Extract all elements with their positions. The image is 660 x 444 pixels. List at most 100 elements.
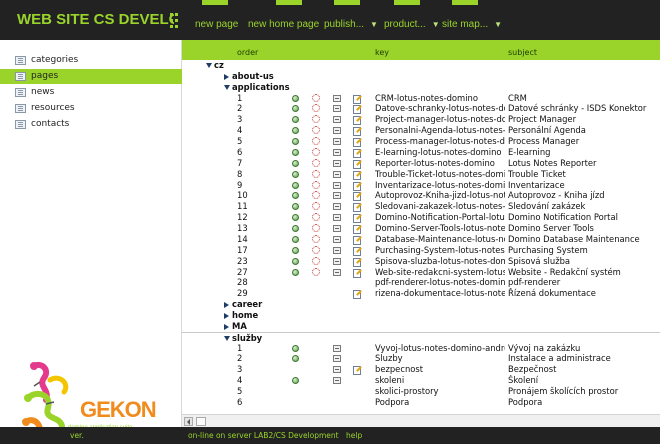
expand-closed-icon[interactable] (224, 313, 229, 319)
table-row[interactable]: 23 Spisova-sluzba-lotus-notes-dominoSpiso… (182, 256, 660, 267)
sidebar-item[interactable]: news (0, 85, 182, 100)
table-row[interactable]: 7 Reporter-lotus-notes-domino Lotus Notes … (182, 158, 660, 169)
cell-key: bezpecnost (375, 364, 424, 375)
cell-key: Project-manager-lotus-notes-domino (375, 114, 505, 125)
column-order[interactable]: order (237, 46, 258, 60)
table-row[interactable]: 1 Vyvoj-lotus-notes-domino-android Vývoj n… (182, 343, 660, 354)
sidebar-item[interactable]: contacts (0, 117, 182, 132)
edit-icon[interactable] (353, 170, 362, 180)
folder-row[interactable]: MA (182, 321, 660, 332)
edit-icon[interactable] (353, 159, 362, 169)
document-icon (333, 127, 341, 135)
cell-order: 11 (237, 201, 248, 212)
published-icon (292, 246, 299, 254)
scroll-left-icon[interactable] (184, 417, 193, 426)
edit-icon[interactable] (353, 235, 362, 245)
expand-closed-icon[interactable] (224, 323, 229, 330)
table-row[interactable]: 29 rizena-dokumentace-lotus-notes-dominoŘ… (182, 288, 660, 300)
horizontal-scrollbar[interactable] (182, 414, 660, 427)
cell-subject: Vývoj na zakázku (508, 342, 581, 353)
document-icon (333, 235, 341, 243)
edit-icon[interactable] (353, 257, 362, 267)
table-row[interactable]: 6 Podpora Podpora (182, 397, 660, 408)
document-icon (333, 148, 341, 156)
scrollbar-thumb[interactable] (196, 417, 206, 426)
table-row[interactable]: 10 Autoprovoz-Kniha-jizd-lotus-notes-domi… (182, 190, 660, 202)
expand-closed-icon[interactable] (224, 73, 229, 80)
cell-subject: Spisová služba (508, 255, 571, 266)
sidebar-item[interactable]: pages (0, 69, 182, 84)
table-row[interactable]: 4 skoleni Školení (182, 375, 660, 386)
folder-row[interactable]: about-us (182, 71, 660, 82)
folder-row[interactable]: služby (182, 331, 660, 343)
table-row[interactable]: 12 Domino-Notification-Portal-lotus-notes… (182, 212, 660, 224)
table-row[interactable]: 27 Web-site-redakcni-system-lotus-notesWe… (182, 267, 660, 278)
cell-subject: CRM (508, 92, 527, 103)
cell-key: E-learning-lotus-notes-domino (375, 146, 502, 157)
edit-icon[interactable] (353, 148, 362, 158)
table-row[interactable]: 3 bezpecnost Bezpečnost (182, 364, 660, 376)
table-row[interactable]: 5 skolici-prostory Pronájem školících pros… (182, 386, 660, 397)
expand-open-icon[interactable] (206, 63, 212, 68)
help-link[interactable]: help (346, 427, 362, 444)
edit-icon[interactable] (353, 126, 362, 137)
web-icon (312, 180, 320, 189)
expand-open-icon[interactable] (224, 84, 230, 90)
column-key[interactable]: key (375, 46, 389, 60)
edit-icon[interactable] (353, 94, 362, 104)
folder-row[interactable]: applications (182, 82, 660, 93)
table-row[interactable]: 9 Inventarizace-lotus-notes-domino Inventa… (182, 180, 660, 191)
edit-icon[interactable] (353, 104, 362, 115)
table-row[interactable]: 13 Domino-Server-Tools-lotus-notes-domino… (182, 223, 660, 235)
edit-icon[interactable] (353, 202, 362, 213)
cell-subject: Personální Agenda (508, 125, 586, 136)
nav-item[interactable]: new home page (248, 18, 319, 31)
edit-icon[interactable] (353, 268, 362, 278)
table-row[interactable]: 1 CRM-lotus-notes-domino CRM (182, 93, 660, 104)
edit-icon[interactable] (353, 224, 362, 235)
nav-item[interactable]: publish... ▼ (324, 18, 378, 31)
folder-row[interactable]: career (182, 299, 660, 310)
web-icon (312, 126, 320, 135)
table-row[interactable]: 2 Datove-schranky-lotus-notes-dominoDatov… (182, 103, 660, 115)
table-row[interactable]: 6 E-learning-lotus-notes-domino E-learning (182, 147, 660, 158)
column-subject[interactable]: subject (508, 46, 537, 60)
table-row[interactable]: 28 pdf-renderer-lotus-notes-domino pdf-ren… (182, 277, 660, 288)
expand-closed-icon[interactable] (224, 302, 229, 309)
top-bar: WEB SITE CS DEVELO new page new home page… (0, 0, 660, 40)
server-status: on-line on server LAB2/CS Development (188, 431, 339, 440)
table-row[interactable]: 5 Process-manager-lotus-notes-dominoProce… (182, 136, 660, 148)
table-row[interactable]: 11 Sledovani-zakazek-lotus-notes-dominoSl… (182, 201, 660, 213)
table-row[interactable]: 17 Purchasing-System-lotus-notes-dominoPu… (182, 245, 660, 256)
cell-subject: E-learning (508, 146, 551, 157)
folder-row[interactable]: home (182, 310, 660, 321)
table-row[interactable]: 4 Personalni-Agenda-lotus-notes-dominoPer… (182, 125, 660, 137)
outline-rows: cz about-us applications 1 CRM-lotus-notes-d… (182, 60, 660, 414)
table-row[interactable]: 3 Project-manager-lotus-notes-dominoProje… (182, 114, 660, 126)
table-row[interactable]: 8 Trouble-Ticket-lotus-notes-domino Troubl… (182, 169, 660, 180)
edit-icon[interactable] (353, 115, 362, 126)
edit-icon[interactable] (353, 191, 362, 202)
nav-item[interactable]: product... ▼ (384, 18, 440, 31)
table-row[interactable]: 14 Database-Maintenance-lotus-notes-domin… (182, 234, 660, 245)
table-row[interactable]: 2 Sluzby Instalace a administrace (182, 353, 660, 364)
list-icon (15, 56, 26, 65)
edit-icon[interactable] (353, 289, 362, 300)
expand-open-icon[interactable] (224, 335, 230, 341)
edit-icon[interactable] (353, 365, 362, 376)
caret-down-icon: ▼ (431, 20, 440, 29)
edit-icon[interactable] (353, 137, 362, 148)
cell-order: 4 (237, 375, 243, 386)
edit-icon[interactable] (353, 246, 362, 256)
document-icon (333, 105, 341, 113)
nav-item[interactable]: site map... ▼ (442, 18, 502, 31)
sidebar-item[interactable]: categories (0, 53, 182, 68)
edit-icon[interactable] (353, 213, 362, 224)
cell-key: skolici-prostory (375, 386, 439, 397)
folder-row[interactable]: cz (182, 60, 660, 71)
edit-icon[interactable] (353, 181, 362, 191)
sidebar-item[interactable]: resources (0, 101, 182, 116)
cell-subject: Datové schránky - ISDS Konektor (508, 103, 647, 114)
nav-tab-marker (202, 0, 228, 5)
nav-item[interactable]: new page (195, 18, 238, 31)
